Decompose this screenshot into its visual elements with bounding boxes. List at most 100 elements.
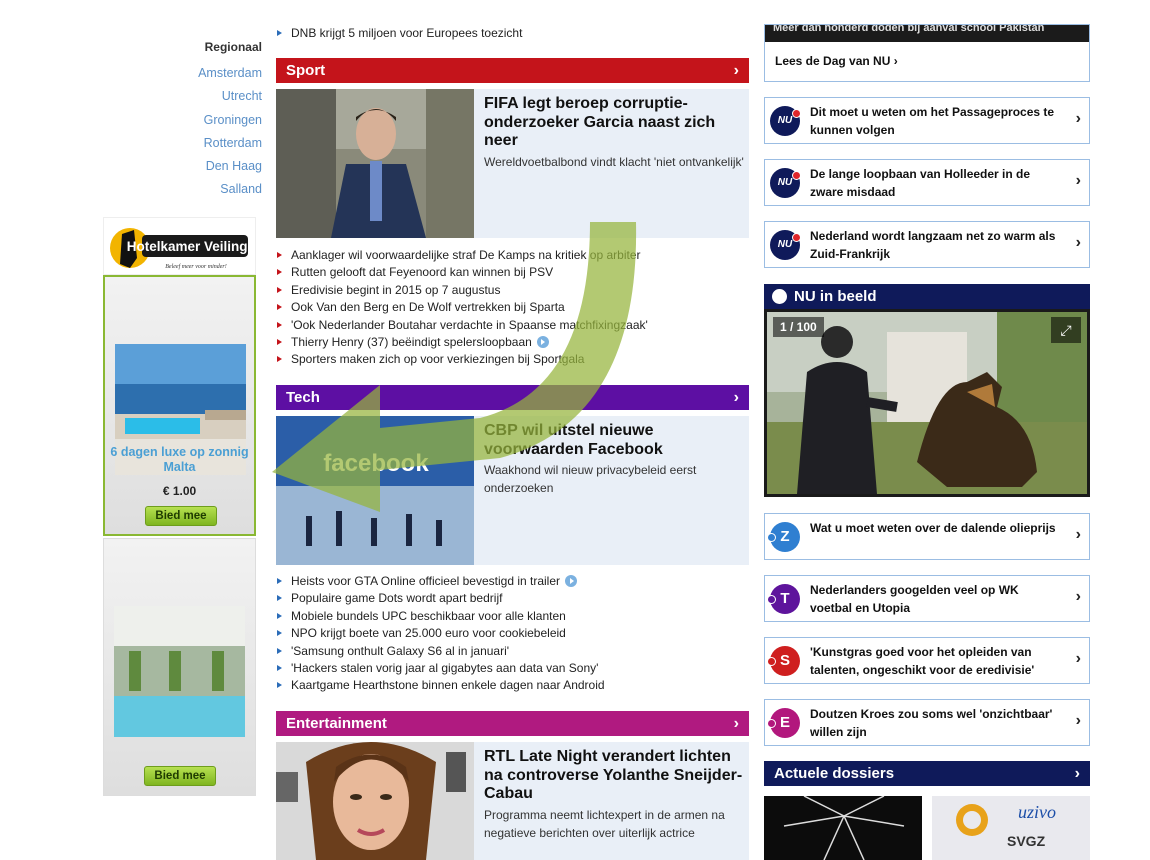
- chevron-right-icon: ›: [1075, 172, 1081, 189]
- chevron-right-icon: ›: [1074, 765, 1080, 782]
- ad-malta[interactable]: 6 dagen luxe op zonnig Malta € 1.00 Bied…: [103, 275, 256, 536]
- tech-list: Heists voor GTA Online officieel bevesti…: [276, 573, 749, 695]
- news-link[interactable]: Populaire game Dots wordt apart bedrijf: [276, 590, 749, 607]
- regional-link-den-haag[interactable]: Den Haag: [150, 155, 262, 178]
- dossier-card[interactable]: Z Wat u moet weten over de dalende oliep…: [764, 513, 1090, 560]
- nu-icon: NU: [770, 106, 801, 136]
- tech-feature-image: facebook: [276, 416, 474, 565]
- entertainment-headline[interactable]: RTL Late Night verandert lichten na cont…: [484, 748, 746, 804]
- chevron-right-icon: ›: [1075, 588, 1081, 605]
- section-bar-sport[interactable]: Sport ›: [276, 58, 749, 83]
- sport-headline[interactable]: FIFA legt beroep corruptie-onderzoeker G…: [484, 95, 746, 151]
- regional-link-utrecht[interactable]: Utrecht: [150, 85, 262, 108]
- sport-list: Aanklager wil voorwaardelijke straf De K…: [276, 247, 749, 369]
- tech-headline[interactable]: CBP wil uitstel nieuwe voorwaarden Faceb…: [484, 422, 746, 459]
- nu-in-beeld-photo[interactable]: 1 / 100 ⤢: [764, 309, 1090, 497]
- zorg-brand-text: uzivo: [1018, 802, 1056, 822]
- photo-counter: 1 / 100: [773, 317, 824, 337]
- photo-image: [767, 312, 1087, 494]
- news-link-text: Heists voor GTA Online officieel bevesti…: [291, 574, 561, 588]
- ad-logo-text: Hotelkamer Veiling.nl: [127, 239, 255, 254]
- letter-icon: Z: [767, 522, 800, 552]
- regional-nav: Regionaal Amsterdam Utrecht Groningen Ro…: [150, 40, 262, 202]
- chevron-right-icon: ›: [733, 715, 739, 732]
- news-link[interactable]: 'Ook Nederlander Boutahar verdachte in S…: [276, 317, 749, 334]
- card-title: Doutzen Kroes zou soms wel 'onzichtbaar'…: [810, 707, 1053, 739]
- ad-spa-image: [114, 606, 245, 737]
- card-title: 'Kunstgras goed voor het opleiden van ta…: [810, 645, 1035, 677]
- news-link[interactable]: DNB krijgt 5 miljoen voor Europees toezi…: [276, 25, 522, 42]
- nu-in-beeld-title: NU in beeld: [794, 288, 877, 305]
- card-title: De lange loopbaan van Holleeder in de zw…: [810, 167, 1031, 199]
- card-title: Nederland wordt langzaam net zo warm als…: [810, 229, 1056, 261]
- card-title: Wat u moet weten over de dalende oliepri…: [810, 521, 1056, 535]
- card-title: Dit moet u weten om het Passageproces te…: [810, 105, 1055, 137]
- dossier-image-zorg[interactable]: uzivo SVGZ: [932, 796, 1090, 860]
- news-link[interactable]: Sporters maken zich op voor verkiezingen…: [276, 351, 749, 368]
- chevron-right-icon: ›: [1075, 712, 1081, 729]
- news-link[interactable]: Ook Van den Berg en De Wolf vertrekken b…: [276, 299, 749, 316]
- news-link-text: Thierry Henry (37) beëindigt spelersloop…: [291, 335, 532, 350]
- section-title: Entertainment: [286, 715, 387, 732]
- facebook-text: facebook: [323, 450, 429, 477]
- regional-link-salland[interactable]: Salland: [150, 178, 262, 201]
- lees-dag-van-nu-link[interactable]: Lees de Dag van NU ›: [775, 54, 898, 68]
- sport-feature[interactable]: FIFA legt beroep corruptie-onderzoeker G…: [276, 89, 749, 238]
- play-video-icon: [565, 575, 578, 587]
- dossier-card[interactable]: T Nederlanders googelden veel op WK voet…: [764, 575, 1090, 622]
- nu-card[interactable]: NU De lange loopbaan van Holleeder in de…: [764, 159, 1090, 206]
- chevron-right-icon: ›: [733, 389, 739, 406]
- hotelkamerveiling-logo[interactable]: Hotelkamer Veiling.nl Beleef meer voor m…: [103, 217, 256, 275]
- entertainment-feature-image: [276, 742, 474, 860]
- bid-button[interactable]: Bied mee: [144, 766, 216, 786]
- chevron-right-icon: ›: [1075, 110, 1081, 127]
- news-link-video[interactable]: Heists voor GTA Online officieel bevesti…: [276, 573, 749, 590]
- section-bar-tech[interactable]: Tech ›: [276, 385, 749, 410]
- news-link[interactable]: Mobiele bundels UPC beschikbaar voor all…: [276, 608, 749, 625]
- dossier-image-fireworks[interactable]: [764, 796, 922, 860]
- entertainment-feature[interactable]: RTL Late Night verandert lichten na cont…: [276, 742, 749, 860]
- card-title: Nederlanders googelden veel op WK voetba…: [810, 583, 1019, 615]
- dag-van-nu-card[interactable]: Meer dan honderd doden bij aanval school…: [764, 24, 1090, 82]
- actuele-dossiers-title: Actuele dossiers: [774, 765, 895, 782]
- ad-malta-price: € 1.00: [162, 484, 197, 498]
- entertainment-intro: Programma neemt lichtexpert in de armen …: [484, 808, 725, 840]
- nu-card[interactable]: NU Dit moet u weten om het Passageproces…: [764, 97, 1090, 144]
- news-link[interactable]: 'Hackers stalen vorig jaar al gigabytes …: [276, 660, 749, 677]
- chevron-right-icon: ›: [733, 62, 739, 79]
- news-link[interactable]: Kaartgame Hearthstone binnen enkele dage…: [276, 677, 749, 694]
- news-link[interactable]: Aanklager wil voorwaardelijke straf De K…: [276, 247, 749, 264]
- play-video-icon: [536, 336, 549, 349]
- dossier-card[interactable]: S 'Kunstgras goed voor het opleiden van …: [764, 637, 1090, 684]
- news-link-video[interactable]: Thierry Henry (37) beëindigt spelersloop…: [276, 334, 749, 351]
- tech-intro: Waakhond wil nieuw privacybeleid eerst o…: [484, 463, 697, 495]
- news-link[interactable]: Rutten gelooft dat Feyenoord kan winnen …: [276, 264, 749, 281]
- zorg-logo-text: SVGZ: [1007, 833, 1046, 849]
- sport-feature-image: [276, 89, 474, 238]
- nu-icon: NU: [770, 168, 801, 198]
- dossier-card[interactable]: E Doutzen Kroes zou soms wel 'onzichtbaa…: [764, 699, 1090, 746]
- sport-intro: Wereldvoetbalbond vindt klacht 'niet ont…: [484, 155, 744, 169]
- top-story-image-text: Meer dan honderd doden bij aanval school…: [765, 25, 1089, 42]
- actuele-dossiers-bar[interactable]: Actuele dossiers ›: [764, 761, 1090, 786]
- chevron-right-icon: ›: [1075, 234, 1081, 251]
- chevron-right-icon: ›: [1075, 526, 1081, 543]
- section-bar-entertainment[interactable]: Entertainment ›: [276, 711, 749, 736]
- expand-icon[interactable]: ⤢: [1051, 317, 1081, 343]
- news-link[interactable]: 'Samsung onthult Galaxy S6 al in januari…: [276, 643, 749, 660]
- regional-link-groningen[interactable]: Groningen: [150, 109, 262, 132]
- regional-title: Regionaal: [204, 40, 262, 54]
- nu-in-beeld-bar[interactable]: NU in beeld: [764, 284, 1090, 309]
- ad-spa[interactable]: Bied mee: [103, 538, 256, 796]
- regional-link-rotterdam[interactable]: Rotterdam: [150, 132, 262, 155]
- news-link[interactable]: NPO krijgt boete van 25.000 euro voor co…: [276, 625, 749, 642]
- letter-icon: T: [767, 584, 800, 614]
- nu-card[interactable]: NU Nederland wordt langzaam net zo warm …: [764, 221, 1090, 268]
- regional-link-amsterdam[interactable]: Amsterdam: [150, 62, 262, 85]
- letter-icon: E: [767, 708, 800, 738]
- bid-button[interactable]: Bied mee: [145, 506, 217, 526]
- section-title: Tech: [286, 389, 320, 406]
- news-link[interactable]: Eredivisie begint in 2015 op 7 augustus: [276, 282, 749, 299]
- tech-feature[interactable]: facebook CBP wil uitstel nieuwe voorwaar…: [276, 416, 749, 565]
- nu-icon: NU: [770, 230, 801, 260]
